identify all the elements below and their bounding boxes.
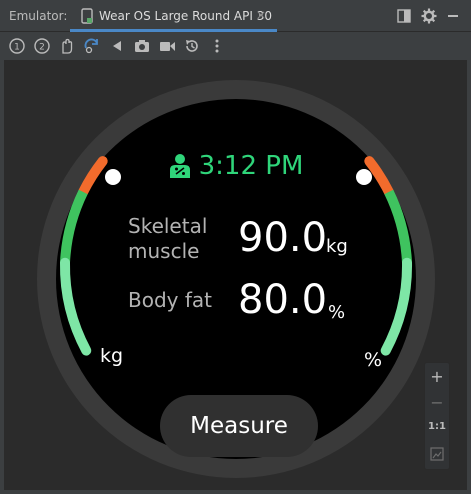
device-icon (81, 8, 93, 24)
restore-icon[interactable] (183, 37, 201, 55)
tool-window-label: Emulator: (9, 9, 68, 23)
skeletal-muscle-label: Skeletal muscle (128, 214, 207, 264)
zoom-controls: + − 1:1 (424, 362, 450, 470)
gear-icon[interactable] (421, 8, 437, 24)
tab-wear-os-emulator[interactable]: Wear OS Large Round API 30 × (70, 0, 277, 32)
body-fat-label: Body fat (128, 288, 212, 312)
volume-down-icon[interactable] (58, 37, 76, 55)
skeletal-muscle-label-line1: Skeletal (128, 214, 208, 238)
tab-title: Wear OS Large Round API 30 (99, 9, 272, 23)
skeletal-muscle-value: 90.0 (238, 215, 328, 261)
tool-window-title-bar: Emulator: Wear OS Large Round API 30 × (0, 0, 471, 32)
right-gauge-green (384, 189, 412, 264)
more-icon[interactable] (208, 37, 226, 55)
back-icon[interactable] (108, 37, 126, 55)
measure-button[interactable]: Measure (160, 395, 318, 457)
svg-text:2: 2 (39, 43, 45, 53)
zoom-in-button[interactable]: + (425, 367, 449, 386)
volume-up-icon[interactable]: 2 (33, 37, 51, 55)
left-gauge-light-green (59, 257, 92, 356)
minimize-icon[interactable] (446, 8, 460, 24)
left-gauge-unit: kg (100, 345, 124, 367)
right-gauge-light-green (380, 257, 413, 356)
body-fat-value: 80.0 (238, 277, 328, 323)
zoom-out-button[interactable]: − (425, 393, 449, 412)
fit-screen-icon[interactable] (430, 447, 444, 461)
emulator-display: 3:12 PM Skeletal muscle 90.0 kg Body fat… (4, 60, 467, 490)
left-gauge-green (60, 189, 88, 264)
skeletal-muscle-unit: kg (326, 236, 348, 257)
body-fat-unit: % (328, 302, 346, 323)
actual-size-button[interactable]: 1:1 (425, 421, 449, 432)
camera-icon[interactable] (133, 37, 151, 55)
right-gauge-unit: % (364, 349, 383, 371)
person-icon (169, 154, 190, 178)
window-layout-icon[interactable] (396, 8, 412, 24)
skeletal-muscle-label-line2: muscle (128, 239, 200, 263)
tab-close-icon[interactable]: × (256, 8, 266, 22)
time-row: 3:12 PM (56, 151, 416, 181)
emulator-toolbar: 1 2 (0, 33, 471, 59)
rotate-icon[interactable] (83, 37, 101, 55)
video-icon[interactable] (158, 37, 176, 55)
power-icon[interactable]: 1 (8, 37, 26, 55)
svg-text:1: 1 (14, 43, 20, 53)
time-display: 3:12 PM (198, 151, 304, 181)
watch-screen[interactable]: 3:12 PM Skeletal muscle 90.0 kg Body fat… (56, 99, 416, 459)
